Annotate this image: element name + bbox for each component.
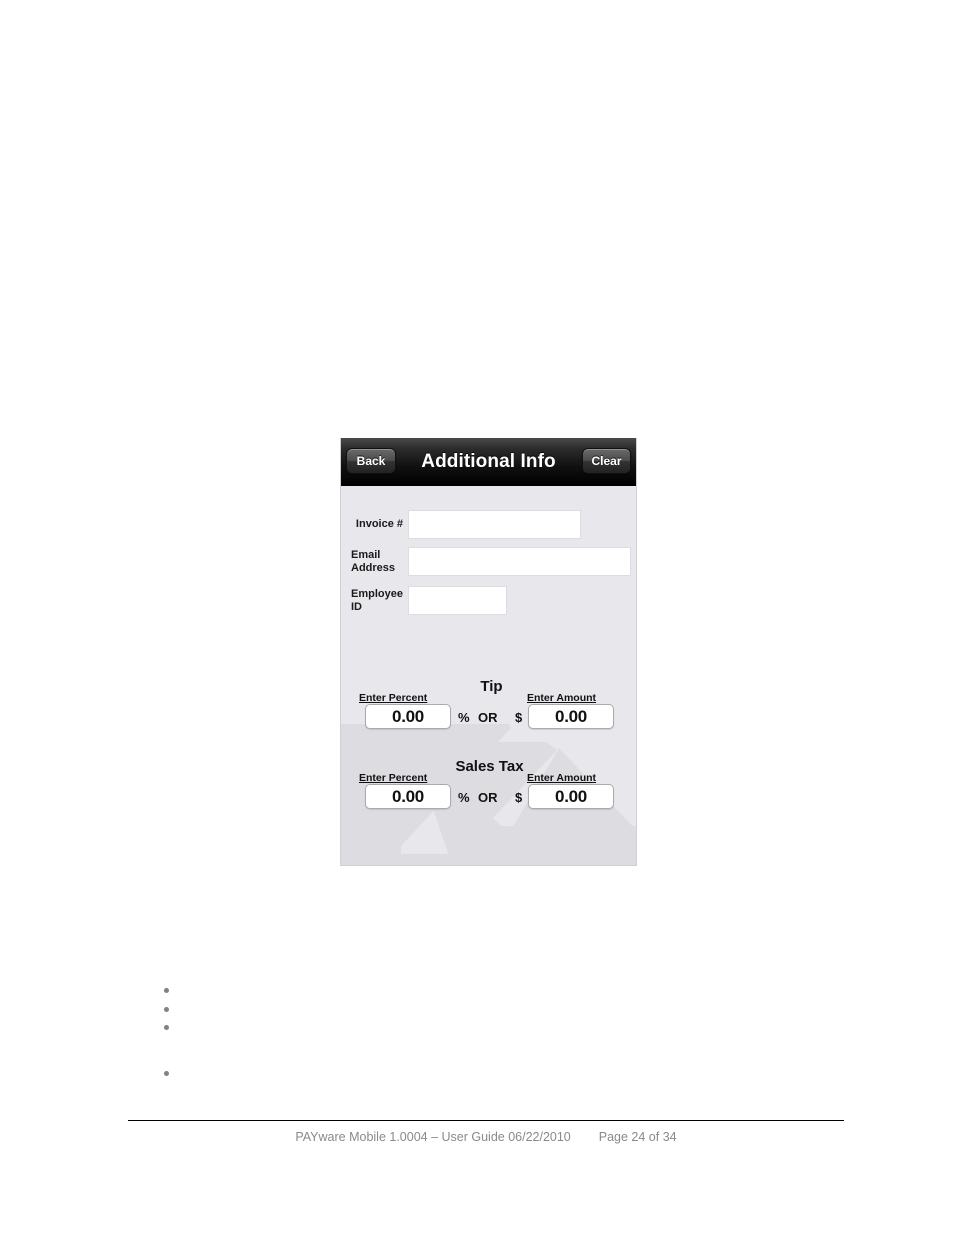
email-address-input[interactable] (409, 548, 630, 575)
tip-amount-label: Enter Amount (527, 692, 597, 704)
employee-id-label-line1: Employee (351, 587, 403, 600)
invoice-number-input[interactable] (409, 511, 580, 538)
invoice-number-label: Invoice # (355, 518, 403, 530)
sales-tax-percent-input[interactable]: 0.00 (365, 784, 451, 809)
page-title: Additional Info (421, 451, 556, 472)
employee-id-label: Employee ID (347, 588, 409, 614)
tip-percent-value: 0.00 (392, 706, 424, 726)
tip-amount-input[interactable]: 0.00 (528, 704, 614, 729)
employee-id-label-line2: ID (351, 600, 362, 613)
sales-tax-percent-sign: % (458, 790, 470, 805)
app-title-bar: Back Additional Info Clear (341, 438, 636, 486)
employee-id-row: Employee ID (347, 587, 506, 614)
email-address-label: Email Address (347, 549, 409, 575)
list-item-bullet (164, 1007, 169, 1012)
clear-button[interactable]: Clear (582, 448, 631, 474)
tip-percent-input[interactable]: 0.00 (365, 704, 451, 729)
sales-tax-or-separator: OR (478, 790, 498, 805)
tip-amount-value: 0.00 (555, 706, 587, 726)
tip-currency-sign: $ (515, 710, 523, 725)
list-item-bullet (164, 1025, 169, 1030)
additional-info-form: Invoice # Email Address Employee ID Tip … (341, 486, 636, 865)
footer: PAYware Mobile 1.0004 – User Guide 06/22… (128, 1128, 844, 1146)
footer-product-line: PAYware Mobile 1.0004 – User Guide 06/22… (295, 1130, 571, 1144)
sales-tax-amount-label: Enter Amount (527, 772, 597, 784)
email-address-row: Email Address (347, 548, 630, 575)
footer-divider (128, 1120, 844, 1121)
employee-id-input[interactable] (409, 587, 506, 614)
invoice-number-row: Invoice # (347, 511, 580, 538)
list-item-bullet (164, 988, 169, 993)
email-address-label-line1: Email (351, 548, 381, 561)
email-address-label-line2: Address (351, 561, 396, 574)
sales-tax-amount-input[interactable]: 0.00 (528, 784, 614, 809)
phone-screenshot: Back Additional Info Clear Invoice # Ema… (340, 438, 637, 866)
sales-tax-amount-value: 0.00 (555, 786, 587, 806)
tip-or-separator: OR (478, 710, 498, 725)
footer-page-number: Page 24 of 34 (598, 1130, 677, 1144)
sales-tax-currency-sign: $ (515, 790, 523, 805)
sales-tax-percent-value: 0.00 (392, 786, 424, 806)
sales-tax-percent-label: Enter Percent (359, 772, 428, 784)
tip-percent-sign: % (458, 710, 470, 725)
back-button[interactable]: Back (346, 448, 396, 474)
tip-percent-label: Enter Percent (359, 692, 428, 704)
list-item-bullet (164, 1071, 169, 1076)
